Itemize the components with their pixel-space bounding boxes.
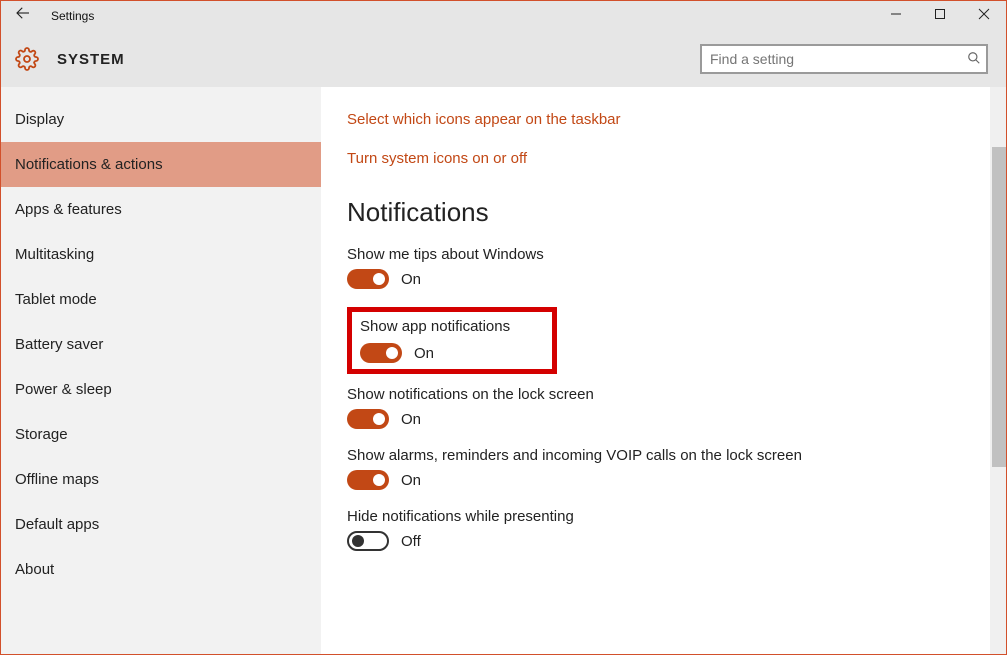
toggle[interactable]	[347, 269, 389, 289]
setting-show-alarms-reminders-and-incoming-voip-: Show alarms, reminders and incoming VOIP…	[347, 447, 966, 490]
window-controls	[874, 1, 1006, 31]
search-input[interactable]	[702, 51, 962, 67]
setting-show-notifications-on-the-lock-screen: Show notifications on the lock screen On	[347, 386, 966, 429]
body: DisplayNotifications & actionsApps & fea…	[1, 87, 1006, 654]
sidebar-item-multitasking[interactable]: Multitasking	[1, 232, 321, 277]
setting-row: On	[360, 343, 544, 363]
titlebar: Settings	[1, 1, 1006, 31]
toggle[interactable]	[347, 409, 389, 429]
link-taskbar-icons[interactable]: Select which icons appear on the taskbar	[347, 111, 966, 128]
setting-row: Off	[347, 531, 966, 551]
settings-window: Settings SYSTEM	[0, 0, 1007, 655]
setting-label: Show me tips about Windows	[347, 246, 966, 263]
sidebar-item-notifications-actions[interactable]: Notifications & actions	[1, 142, 321, 187]
back-button[interactable]	[1, 1, 45, 31]
sidebar-item-storage[interactable]: Storage	[1, 412, 321, 457]
search-icon[interactable]	[962, 51, 986, 68]
link-system-icons[interactable]: Turn system icons on or off	[347, 150, 966, 167]
toggle-knob	[373, 413, 385, 425]
setting-hide-notifications-while-presenting: Hide notifications while presenting Off	[347, 508, 966, 551]
section-title: Notifications	[347, 197, 966, 228]
sidebar-item-offline-maps[interactable]: Offline maps	[1, 457, 321, 502]
toggle[interactable]	[347, 531, 389, 551]
toggle-state: On	[401, 411, 421, 428]
content-wrap: Select which icons appear on the taskbar…	[321, 87, 1006, 654]
toggle-state: On	[414, 345, 434, 362]
setting-row: On	[347, 409, 966, 429]
sidebar-item-display[interactable]: Display	[1, 97, 321, 142]
scrollbar-thumb[interactable]	[992, 147, 1006, 467]
sidebar: DisplayNotifications & actionsApps & fea…	[1, 87, 321, 654]
setting-label: Hide notifications while presenting	[347, 508, 966, 525]
close-button[interactable]	[962, 1, 1006, 31]
window-title: Settings	[51, 9, 94, 23]
maximize-button[interactable]	[918, 1, 962, 31]
toggle-state: On	[401, 271, 421, 288]
search-box[interactable]	[700, 44, 988, 74]
sidebar-item-power-sleep[interactable]: Power & sleep	[1, 367, 321, 412]
toggle[interactable]	[360, 343, 402, 363]
toggle-knob	[352, 535, 364, 547]
content: Select which icons appear on the taskbar…	[321, 87, 990, 654]
setting-row: On	[347, 470, 966, 490]
toggle-state: On	[401, 472, 421, 489]
subheader: SYSTEM	[1, 31, 1006, 87]
setting-label: Show notifications on the lock screen	[347, 386, 966, 403]
setting-label: Show alarms, reminders and incoming VOIP…	[347, 447, 966, 464]
sidebar-item-default-apps[interactable]: Default apps	[1, 502, 321, 547]
highlight-box: Show app notifications On	[347, 307, 557, 374]
setting-label: Show app notifications	[360, 318, 544, 335]
sidebar-item-battery-saver[interactable]: Battery saver	[1, 322, 321, 367]
setting-show-app-notifications: Show app notifications On	[360, 318, 544, 363]
gear-icon	[15, 47, 39, 71]
minimize-button[interactable]	[874, 1, 918, 31]
sidebar-item-tablet-mode[interactable]: Tablet mode	[1, 277, 321, 322]
toggle-knob	[386, 347, 398, 359]
scrollbar[interactable]	[990, 87, 1006, 654]
setting-show-me-tips-about-windows: Show me tips about Windows On	[347, 246, 966, 289]
toggle[interactable]	[347, 470, 389, 490]
toggle-state: Off	[401, 533, 421, 550]
toggle-knob	[373, 474, 385, 486]
setting-row: On	[347, 269, 966, 289]
sidebar-item-about[interactable]: About	[1, 547, 321, 592]
page-title: SYSTEM	[57, 51, 125, 68]
sidebar-item-apps-features[interactable]: Apps & features	[1, 187, 321, 232]
toggle-knob	[373, 273, 385, 285]
